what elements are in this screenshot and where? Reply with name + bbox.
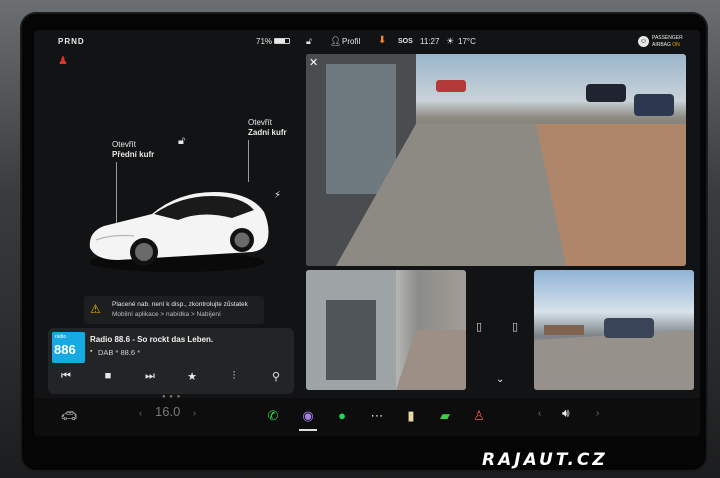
close-camera-icon[interactable]: ✕ — [309, 56, 318, 69]
left-car-side — [326, 300, 376, 380]
rear-trunk-action: Otevřít — [248, 118, 273, 127]
unlock-icon[interactable]: 🔓︎ — [178, 135, 185, 148]
gear-indicator: PRND — [58, 37, 85, 46]
warning-line-2: Mobilní aplikace > nabídka > Nabíjení — [112, 311, 221, 318]
battery-fill — [275, 39, 285, 43]
previous-icon[interactable]: ⏮︎ — [58, 370, 74, 383]
temp-down-icon[interactable]: ‹ — [139, 408, 142, 418]
front-trunk-name: Přední kufr — [112, 150, 155, 159]
temp-up-icon[interactable]: › — [193, 408, 196, 418]
station-logo: rádio 886 — [52, 332, 85, 363]
passenger-airbag-status: ☺ PASSENGER AIRBAG ON — [638, 34, 690, 50]
charging-warning[interactable]: ⚠ Placené nab. není k disp., zkontrolujt… — [84, 296, 264, 324]
favorite-icon[interactable]: ★ — [184, 370, 200, 383]
volume-icon[interactable]: 🔊︎ — [562, 406, 570, 421]
front-trunk-action: Otevřít — [112, 140, 137, 149]
battery-percent: 71% — [256, 37, 273, 46]
track-title: Radio 88.6 - So rockt das Leben. — [90, 335, 214, 344]
taskbar: 🚗︎ ‹ 16.0 › ✆ ◉ ● ⋯ ▮ ▰ ♙ ‹ 🔊︎ › — [34, 398, 700, 436]
weather-icon: ☀︎ — [446, 36, 455, 46]
blue-car — [634, 94, 674, 116]
dark-car — [586, 84, 626, 102]
car-icon[interactable]: 🚗︎ — [60, 408, 78, 424]
rear-trunk-button[interactable]: Otevřít Zadní kufr — [248, 118, 287, 138]
shop-window — [326, 64, 396, 194]
camera-app-icon[interactable]: ◉ — [299, 408, 317, 424]
seatbelt-warning-icon: ♟︎ — [58, 55, 68, 67]
toybox-icon[interactable]: ▮ — [402, 408, 420, 424]
rear-camera-image — [306, 54, 686, 266]
equalizer-icon[interactable]: ⫶ — [226, 370, 242, 383]
warning-line-1: Placené nab. není k disp., zkontrolujte … — [112, 301, 248, 308]
watermark: RAJAUT.CZ — [482, 450, 608, 470]
more-apps-icon[interactable]: ⋯ — [368, 408, 386, 424]
left-camera-image — [306, 270, 466, 390]
volume-down-icon[interactable]: ‹ — [538, 408, 541, 419]
car-3d-model[interactable] — [82, 170, 272, 275]
right-camera-car-icon: ▯ — [512, 321, 519, 333]
volume-up-icon[interactable]: › — [596, 408, 599, 419]
red-car — [436, 80, 466, 92]
radio-icon: ▪ — [90, 348, 93, 355]
right-ground — [534, 330, 694, 390]
search-icon[interactable]: ⚲ — [268, 370, 284, 383]
station-info: DAB * 88.6 * — [98, 348, 141, 357]
arcade-icon[interactable]: ♙ — [470, 408, 488, 424]
rear-trunk-name: Zadní kufr — [248, 128, 287, 137]
left-repeater-camera[interactable] — [306, 270, 466, 390]
airbag-label: PASSENGER — [652, 35, 683, 41]
spotify-icon[interactable]: ● — [333, 408, 351, 423]
lock-icon[interactable]: 🔓︎ — [306, 36, 312, 47]
download-icon[interactable]: ⬇ — [378, 35, 386, 46]
next-icon[interactable]: ⏭︎ — [142, 370, 158, 383]
phone-icon[interactable]: ✆ — [264, 408, 282, 424]
active-app-indicator — [299, 429, 317, 431]
logo-small-text: rádio — [55, 334, 67, 340]
airbag-word: AIRBAG — [652, 42, 671, 48]
clock: 11:27 — [420, 37, 440, 46]
rear-rim — [234, 232, 250, 248]
rear-camera-view[interactable]: ✕ — [306, 54, 686, 266]
left-camera-car-icon: ▯ — [476, 321, 483, 333]
left-ground — [396, 330, 466, 390]
charge-port-icon[interactable]: ⚡︎ — [274, 190, 281, 201]
right-car — [604, 318, 654, 338]
front-rim — [135, 243, 153, 261]
media-player[interactable]: rádio 886 Radio 88.6 - So rockt das Lebe… — [48, 328, 294, 394]
right-building — [544, 325, 584, 335]
cabin-temperature: 16.0 — [155, 404, 181, 419]
warning-icon: ⚠ — [90, 302, 101, 316]
airbag-state: ON — [672, 42, 680, 48]
front-trunk-button[interactable]: Otevřít Přední kufr — [112, 140, 154, 160]
energy-app-icon[interactable]: ▰ — [436, 408, 454, 424]
chevron-down-icon[interactable]: ⌄ — [496, 374, 504, 385]
stop-icon[interactable]: ■ — [100, 370, 116, 382]
outside-temperature: 17°C — [458, 37, 476, 46]
right-repeater-camera[interactable] — [534, 270, 694, 390]
touchscreen: PRND 71% 🔓︎ 👤︎ Profil ⬇ SOS 11:27 ☀︎ 17°… — [34, 30, 700, 436]
sos-indicator: SOS — [398, 38, 413, 45]
airbag-icon: ☺ — [638, 36, 649, 47]
logo-big-text: 886 — [54, 342, 76, 357]
profile-button[interactable]: Profil — [342, 37, 360, 46]
battery-icon — [274, 38, 290, 44]
right-camera-image — [534, 318, 694, 390]
airbag-label-2: AIRBAG ON — [652, 42, 680, 48]
status-bar: PRND 71% 🔓︎ 👤︎ Profil ⬇ SOS 11:27 ☀︎ 17°… — [34, 30, 700, 52]
profile-icon[interactable]: 👤︎ — [330, 36, 341, 47]
